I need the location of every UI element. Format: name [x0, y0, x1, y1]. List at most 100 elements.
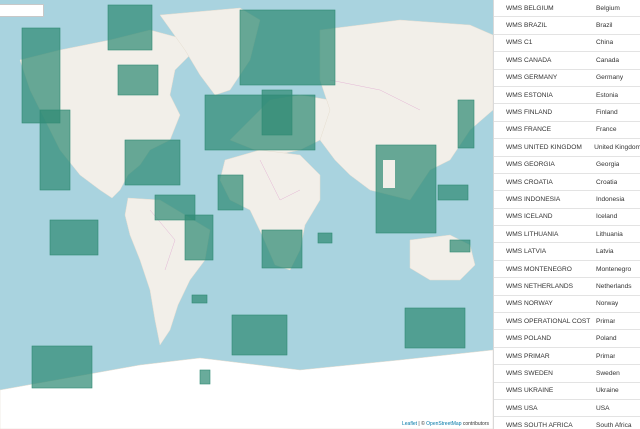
- coverage-pacific-east: [437, 184, 469, 201]
- layer-row[interactable]: WMS NORWAY Norway: [494, 296, 640, 314]
- layer-row[interactable]: WMS INDONESIA Indonesia: [494, 191, 640, 209]
- layer-name: WMS NETHERLANDS: [506, 282, 574, 290]
- map-search-box[interactable]: [0, 4, 44, 17]
- coverage-south-pacific-east: [404, 307, 466, 349]
- layer-name: WMS FINLAND: [506, 109, 553, 117]
- coverage-china: [375, 144, 437, 234]
- layer-country: United Kingdom: [594, 143, 640, 151]
- layer-country: Indonesia: [596, 195, 625, 203]
- layer-country: Primar: [596, 352, 616, 360]
- layer-name: WMS SWEDEN: [506, 369, 553, 377]
- layer-name: WMS LITHUANIA: [506, 230, 559, 238]
- layer-row[interactable]: WMS OPERATIONAL COST Primar: [494, 313, 640, 331]
- layer-row[interactable]: WMS GEORGIA Georgia: [494, 157, 640, 174]
- layer-country: Ukraine: [596, 387, 619, 395]
- coverage-small-2: [317, 232, 333, 244]
- layer-row[interactable]: WMS GERMANY Germany: [494, 70, 640, 87]
- layer-name: WMS GEORGIA: [506, 161, 555, 169]
- osm-link[interactable]: OpenStreetMap: [426, 421, 461, 427]
- layer-row[interactable]: WMS CROATIA Croatia: [494, 174, 640, 192]
- layer-row[interactable]: WMS LITHUANIA Lithuania: [494, 226, 640, 244]
- coverage-us-east: [124, 139, 181, 186]
- coverage-gap: [383, 160, 395, 188]
- coverage-canada-east: [117, 64, 159, 96]
- layer-country: Poland: [596, 335, 617, 343]
- layer-country: Germany: [596, 74, 624, 82]
- layer-name: WMS POLAND: [506, 335, 552, 343]
- layer-row[interactable]: WMS SOUTH AFRICA South Africa: [494, 417, 640, 429]
- coverage-west-africa: [217, 174, 244, 211]
- coverage-hawaii: [49, 219, 99, 256]
- attribution-separator: | ©: [417, 421, 427, 427]
- layer-row[interactable]: WMS BELGIUM Belgium: [494, 0, 640, 18]
- attribution-suffix: contributors: [461, 421, 489, 427]
- layer-row[interactable]: WMS CANADA Canada: [494, 52, 640, 70]
- layer-row[interactable]: WMS UNITED KINGDOM United Kingdom: [494, 139, 640, 157]
- coverage-australia-east: [449, 239, 471, 253]
- layer-country: South Africa: [596, 422, 632, 429]
- layer-country: Latvia: [596, 248, 614, 256]
- layer-name: WMS OPERATIONAL COST: [506, 317, 591, 325]
- coverage-south-africa: [261, 229, 303, 269]
- layer-row[interactable]: WMS NETHERLANDS Netherlands: [494, 278, 640, 296]
- leaflet-link[interactable]: Leaflet: [402, 421, 417, 427]
- coverage-greenland: [239, 9, 336, 86]
- layer-name: WMS BRAZIL: [506, 22, 548, 30]
- layer-country: Finland: [596, 109, 618, 117]
- coverage-south-atlantic: [231, 314, 288, 356]
- layer-country: Norway: [596, 300, 619, 308]
- layer-name: WMS UNITED KINGDOM: [506, 143, 582, 151]
- layer-country: Belgium: [596, 4, 620, 12]
- layer-country: Estonia: [596, 91, 618, 99]
- coverage-japan: [457, 99, 475, 149]
- layer-country: Sweden: [596, 369, 620, 377]
- layer-row[interactable]: WMS POLAND Poland: [494, 330, 640, 348]
- layer-country: Croatia: [596, 178, 618, 186]
- layer-name: WMS GERMANY: [506, 74, 558, 82]
- map-canvas[interactable]: [0, 0, 493, 429]
- layer-country: Montenegro: [596, 265, 632, 273]
- coverage-canada-north: [107, 4, 153, 51]
- layer-row[interactable]: WMS LATVIA Latvia: [494, 243, 640, 261]
- coverage-south-pacific-west: [31, 345, 93, 389]
- layer-row[interactable]: WMS MONTENEGRO Montenegro: [494, 261, 640, 279]
- layer-name: WMS BELGIUM: [506, 4, 554, 12]
- world-map[interactable]: Leaflet | © OpenStreetMap contributors: [0, 0, 493, 429]
- coverage-small-3: [199, 369, 211, 385]
- coverage-small-1: [191, 294, 208, 304]
- layer-row[interactable]: WMS PRIMAR Primar: [494, 348, 640, 366]
- layer-country: Brazil: [596, 22, 613, 30]
- layer-name: WMS USA: [506, 404, 538, 412]
- layer-country: Netherlands: [596, 282, 632, 290]
- layer-name: WMS NORWAY: [506, 300, 553, 308]
- coverage-brazil: [184, 214, 214, 261]
- layer-name: WMS PRIMAR: [506, 352, 550, 360]
- coverage-atlantic: [204, 94, 316, 151]
- layer-country: China: [596, 39, 614, 47]
- layer-name: WMS MONTENEGRO: [506, 265, 572, 273]
- layer-name: WMS LATVIA: [506, 248, 547, 256]
- coverage-us-west: [39, 109, 71, 191]
- map-attribution: Leaflet | © OpenStreetMap contributors: [400, 421, 491, 428]
- layer-country: France: [596, 126, 617, 134]
- layer-row[interactable]: WMS BRAZIL Brazil: [494, 17, 640, 35]
- layer-name: WMS ESTONIA: [506, 91, 553, 99]
- layer-row[interactable]: WMS ICELAND Iceland: [494, 209, 640, 227]
- layer-row[interactable]: WMS FRANCE France: [494, 122, 640, 140]
- layer-row[interactable]: WMS C1 China: [494, 35, 640, 53]
- layer-list-panel[interactable]: WMS BELGIUM Belgium WMS BRAZIL Brazil WMS C1…: [493, 0, 640, 429]
- layer-name: WMS C1: [506, 39, 533, 47]
- layer-name: WMS UKRAINE: [506, 387, 554, 395]
- layer-name: WMS INDONESIA: [506, 195, 561, 203]
- layer-row[interactable]: WMS FINLAND Finland: [494, 104, 640, 122]
- layer-row[interactable]: WMS USA USA: [494, 400, 640, 418]
- layer-country: Georgia: [596, 161, 620, 169]
- layer-country: Canada: [596, 56, 620, 64]
- layer-name: WMS CROATIA: [506, 178, 553, 186]
- layer-row[interactable]: WMS SWEDEN Sweden: [494, 365, 640, 383]
- layer-country: Lithuania: [596, 230, 623, 238]
- layer-row[interactable]: WMS UKRAINE Ukraine: [494, 383, 640, 400]
- layer-country: USA: [596, 404, 610, 412]
- layer-row[interactable]: WMS ESTONIA Estonia: [494, 87, 640, 105]
- layer-country: Iceland: [596, 213, 618, 221]
